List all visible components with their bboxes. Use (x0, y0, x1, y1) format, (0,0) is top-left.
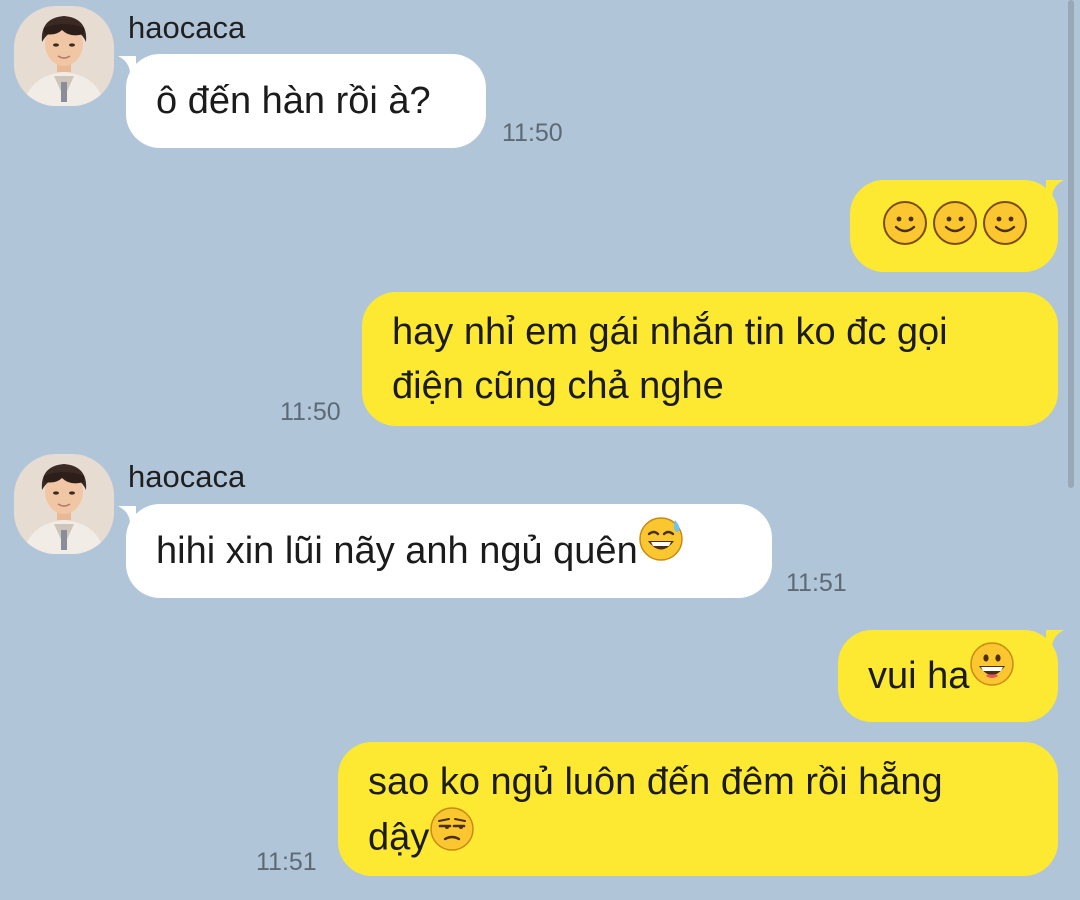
unamused-icon (429, 806, 475, 867)
smile-icon (982, 200, 1028, 261)
smile-icon (932, 200, 978, 261)
bubble-tail (1046, 630, 1064, 648)
message-bubble[interactable]: hay nhỉ em gái nhắn tin ko đc gọi điện c… (362, 292, 1058, 426)
message-timestamp: 11:51 (786, 569, 847, 597)
grin-icon (969, 629, 1015, 721)
message-bubble[interactable]: hihi xin lũi nãy anh ngủ quên (126, 504, 772, 598)
message-bubble[interactable] (850, 180, 1058, 272)
message-text-line: dậy (368, 816, 430, 859)
sweat-smile-icon (638, 503, 684, 597)
sender-name: haocaca (128, 10, 246, 45)
message-text-line: hay nhỉ em gái nhắn tin ko đc gọi (392, 311, 948, 353)
message-text: hihi xin lũi nãy anh ngủ quên (156, 530, 638, 572)
message-timestamp: 11:50 (280, 398, 341, 426)
message-text-line: sao ko ngủ luôn đến đêm rồi hẵng (368, 761, 943, 803)
message-text: ô đến hàn rồi à? (156, 80, 431, 122)
message-timestamp: 11:50 (502, 119, 563, 147)
message-text: vui ha (868, 655, 970, 697)
message-bubble[interactable]: ô đến hàn rồi à? (126, 54, 486, 148)
chat-view[interactable]: haocaca ô đến hàn rồi à? 11:50 hay nhỉ e… (0, 0, 1080, 900)
profile-photo (14, 454, 114, 554)
bubble-tail (1046, 180, 1064, 198)
smile-icon (882, 200, 928, 261)
message-timestamp: 11:51 (256, 848, 317, 876)
message-bubble[interactable]: sao ko ngủ luôn đến đêm rồi hẵng dậy (338, 742, 1058, 876)
avatar[interactable] (14, 454, 114, 554)
message-bubble[interactable]: vui ha (838, 630, 1058, 722)
message-text-line: điện cũng chả nghe (392, 365, 724, 407)
avatar[interactable] (14, 6, 114, 106)
sender-name: haocaca (128, 459, 246, 494)
scrollbar[interactable] (1068, 0, 1074, 488)
profile-photo (14, 6, 114, 106)
